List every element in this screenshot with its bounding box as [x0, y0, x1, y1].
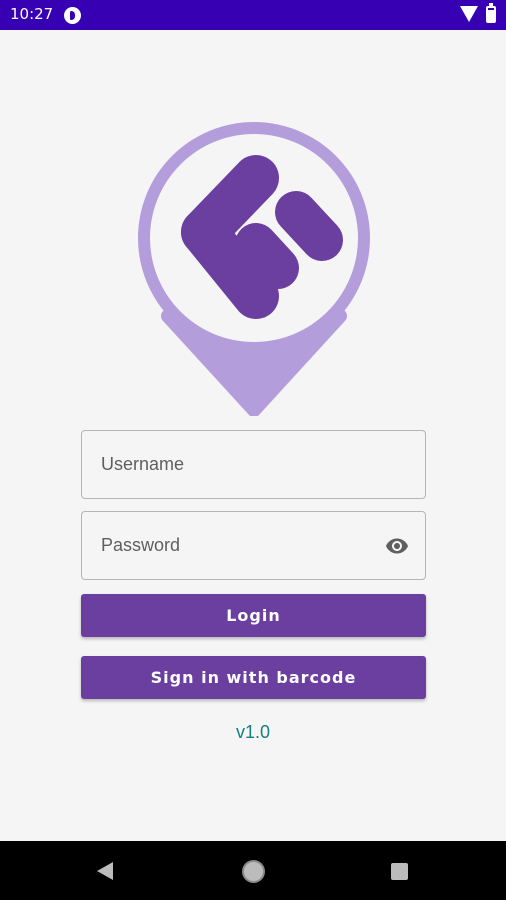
password-input[interactable]: [82, 512, 425, 579]
username-input[interactable]: [82, 431, 425, 498]
version-label: v1.0: [235, 722, 271, 742]
notification-icon: [64, 7, 81, 24]
app-logo: [138, 122, 370, 416]
battery-icon: [486, 3, 496, 23]
status-time: 10:27: [10, 5, 54, 23]
wifi-icon: [460, 6, 478, 22]
status-bar: 10:27: [0, 0, 506, 30]
recents-icon[interactable]: [391, 863, 408, 880]
navigation-bar: [0, 841, 506, 900]
back-icon[interactable]: [97, 862, 113, 880]
password-field[interactable]: [81, 511, 426, 580]
home-icon[interactable]: [242, 860, 265, 883]
login-button[interactable]: Login: [81, 594, 426, 637]
username-field[interactable]: [81, 430, 426, 499]
eye-icon[interactable]: [383, 534, 411, 558]
barcode-signin-button[interactable]: Sign in with barcode: [81, 656, 426, 699]
